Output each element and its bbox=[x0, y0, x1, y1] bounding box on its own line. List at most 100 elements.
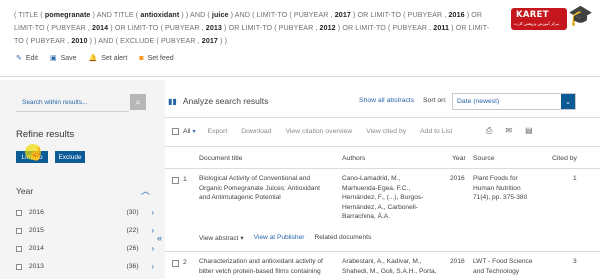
query-keyword: antioxidant bbox=[140, 11, 180, 19]
cited-by-count[interactable]: 3 bbox=[573, 257, 577, 267]
source-link[interactable]: LWT - Food Science and Technology bbox=[473, 257, 549, 276]
save-button[interactable]: ▣ Save bbox=[49, 54, 77, 63]
set-alert-button[interactable]: 🔔 Set alert bbox=[88, 54, 128, 63]
year-facet-item[interactable]: 2013 (36) › bbox=[16, 261, 154, 272]
year-facet-header[interactable]: Year ︿ bbox=[16, 184, 150, 197]
view-at-publisher-link[interactable]: View at Publisher bbox=[254, 234, 305, 242]
pencil-icon: ✎ bbox=[16, 55, 22, 62]
chevron-right-icon[interactable]: › bbox=[139, 226, 154, 235]
mouse-cursor: ☝ bbox=[25, 144, 45, 164]
query-text: ( TITLE ( bbox=[14, 11, 45, 19]
search-within-field[interactable] bbox=[16, 94, 129, 112]
show-all-abstracts-link[interactable]: Show all abstracts bbox=[359, 97, 414, 104]
row-checkbox[interactable] bbox=[172, 177, 179, 184]
query-text: ) OR LIMIT-TO ( PUBYEAR , bbox=[108, 24, 206, 32]
chevron-right-icon[interactable]: › bbox=[139, 262, 154, 271]
year-facet-item[interactable]: 2016 (30) › bbox=[16, 207, 154, 218]
chevron-down-icon[interactable]: ⌄ bbox=[561, 94, 575, 109]
edit-button[interactable]: ✎ Edit bbox=[16, 54, 38, 63]
authors-cell: Cano-Lamadrid, M., Marhuenda-Egea, F.C.,… bbox=[342, 175, 424, 220]
query-text: ) ) bbox=[217, 37, 228, 45]
toolbar-icons: ⎙ ✉ ▤ bbox=[486, 126, 546, 136]
bell-icon: 🔔 bbox=[88, 55, 98, 62]
query-keyword: pomegranate bbox=[44, 11, 91, 19]
cited-by-count[interactable]: 1 bbox=[573, 174, 577, 184]
year-checkbox[interactable] bbox=[16, 245, 22, 252]
chevron-down-icon: ▾ bbox=[240, 235, 244, 242]
query-text: ) AND TITLE ( bbox=[90, 11, 141, 19]
select-all-label[interactable]: All bbox=[183, 128, 191, 135]
bar-chart-icon: ▮▮ bbox=[168, 96, 177, 106]
view-citation-overview-button[interactable]: View citation overview bbox=[285, 128, 352, 135]
query-keyword: 2010 bbox=[71, 37, 88, 45]
source-link[interactable]: Plant Foods for Human Nutrition 71(4), p… bbox=[473, 174, 549, 203]
query-keyword: 2014 bbox=[92, 24, 109, 32]
search-within-input[interactable] bbox=[16, 94, 129, 111]
query-keyword: 2013 bbox=[205, 24, 222, 32]
related-documents-link[interactable]: Related documents bbox=[314, 234, 371, 242]
year-facet-title: Year bbox=[16, 185, 34, 196]
document-title-link[interactable]: Biological Activity of Conventional and … bbox=[199, 174, 339, 203]
refine-results-heading: Refine results bbox=[16, 129, 75, 140]
query-text: ) ) AND ( bbox=[179, 11, 212, 19]
view-abstract-toggle[interactable]: View abstract ▾ bbox=[199, 234, 244, 242]
search-within-button[interactable]: ⌕ bbox=[130, 94, 146, 110]
row-number: 1 bbox=[183, 176, 187, 183]
year-checkbox[interactable] bbox=[16, 263, 22, 270]
query-actions: ✎ Edit ▣ Save 🔔 Set alert ◙ Set feed bbox=[16, 52, 186, 64]
export-button[interactable]: Export bbox=[208, 128, 228, 135]
chevron-down-icon[interactable]: ▾ bbox=[193, 128, 196, 135]
view-cited-by-button[interactable]: View cited by bbox=[366, 128, 406, 135]
karet-logo: KARET مرکز آموزش پژوهش کارت 🎓 bbox=[505, 3, 596, 33]
query-keyword: 2017 bbox=[201, 37, 218, 45]
email-icon[interactable]: ✉ bbox=[505, 126, 512, 136]
query-keyword: 2016 bbox=[448, 11, 465, 19]
logo-brand: KARET bbox=[516, 10, 549, 20]
sort-on-label: Sort on: bbox=[423, 97, 447, 104]
column-source[interactable]: Source bbox=[473, 155, 495, 162]
query-text: ) OR LIMIT-TO ( PUBYEAR , bbox=[221, 24, 320, 32]
download-button[interactable]: Download bbox=[241, 128, 271, 135]
search-icon: ⌕ bbox=[135, 96, 141, 108]
column-cited-by[interactable]: Cited by bbox=[552, 155, 577, 162]
print-icon[interactable]: ⎙ bbox=[486, 126, 492, 136]
collapse-sidebar-icon[interactable]: « bbox=[157, 233, 162, 243]
logo-tagline: مرکز آموزش پژوهش کارت bbox=[514, 21, 560, 26]
add-to-list-button[interactable]: Add to List bbox=[420, 128, 452, 135]
hand-cursor-icon: ☝ bbox=[28, 146, 45, 161]
year-checkbox[interactable] bbox=[16, 227, 22, 234]
bibliography-icon[interactable]: ▤ bbox=[525, 126, 533, 136]
query-text: ) AND ( LIMIT-TO ( PUBYEAR , bbox=[228, 11, 335, 19]
results-toolbar: All ▾ Export Download View citation over… bbox=[172, 124, 466, 138]
analyze-results-link[interactable]: ▮▮ Analyze search results bbox=[168, 96, 268, 106]
search-query: ( TITLE ( pomegranate ) AND TITLE ( anti… bbox=[14, 9, 492, 48]
row-checkbox[interactable] bbox=[172, 260, 179, 267]
chevron-right-icon[interactable]: › bbox=[139, 244, 154, 253]
year-checkbox[interactable] bbox=[16, 209, 22, 216]
query-text: ) OR LIMIT-TO ( PUBYEAR , bbox=[350, 11, 449, 19]
document-title-link[interactable]: Characterization and antioxidant activit… bbox=[199, 257, 339, 276]
query-keyword: 2011 bbox=[433, 24, 450, 32]
query-text: ) OR LIMIT-TO ( PUBYEAR , bbox=[335, 24, 434, 32]
refine-sidebar: ⌕ Refine results Limit to Exclude ☝ Year… bbox=[0, 80, 165, 279]
year-facet-item[interactable]: 2015 (22) › bbox=[16, 225, 154, 236]
column-document-title[interactable]: Document title bbox=[199, 155, 242, 162]
query-text: ) ) AND ( EXCLUDE ( PUBYEAR , bbox=[87, 37, 202, 45]
sort-value: Date (newest) bbox=[457, 98, 500, 105]
column-year[interactable]: Year bbox=[452, 155, 466, 162]
save-icon: ▣ bbox=[49, 55, 57, 62]
divider bbox=[0, 76, 600, 77]
divider bbox=[165, 146, 600, 147]
year-facet-item[interactable]: 2014 (26) › bbox=[16, 243, 154, 254]
sort-select[interactable]: Date (newest) ⌄ bbox=[452, 93, 576, 110]
set-feed-button[interactable]: ◙ Set feed bbox=[139, 55, 173, 62]
chevron-right-icon[interactable]: › bbox=[139, 208, 154, 217]
column-authors[interactable]: Authors bbox=[342, 155, 365, 162]
authors-cell: Arabestani, A., Kadivar, M., Shahedi, M.… bbox=[342, 258, 437, 275]
chevron-up-icon[interactable]: ︿ bbox=[141, 184, 150, 197]
exclude-button[interactable]: Exclude bbox=[55, 151, 85, 163]
select-all-checkbox[interactable] bbox=[172, 127, 179, 135]
year-cell: 2016 bbox=[450, 175, 465, 182]
year-cell: 2016 bbox=[450, 258, 465, 265]
divider bbox=[165, 117, 600, 118]
